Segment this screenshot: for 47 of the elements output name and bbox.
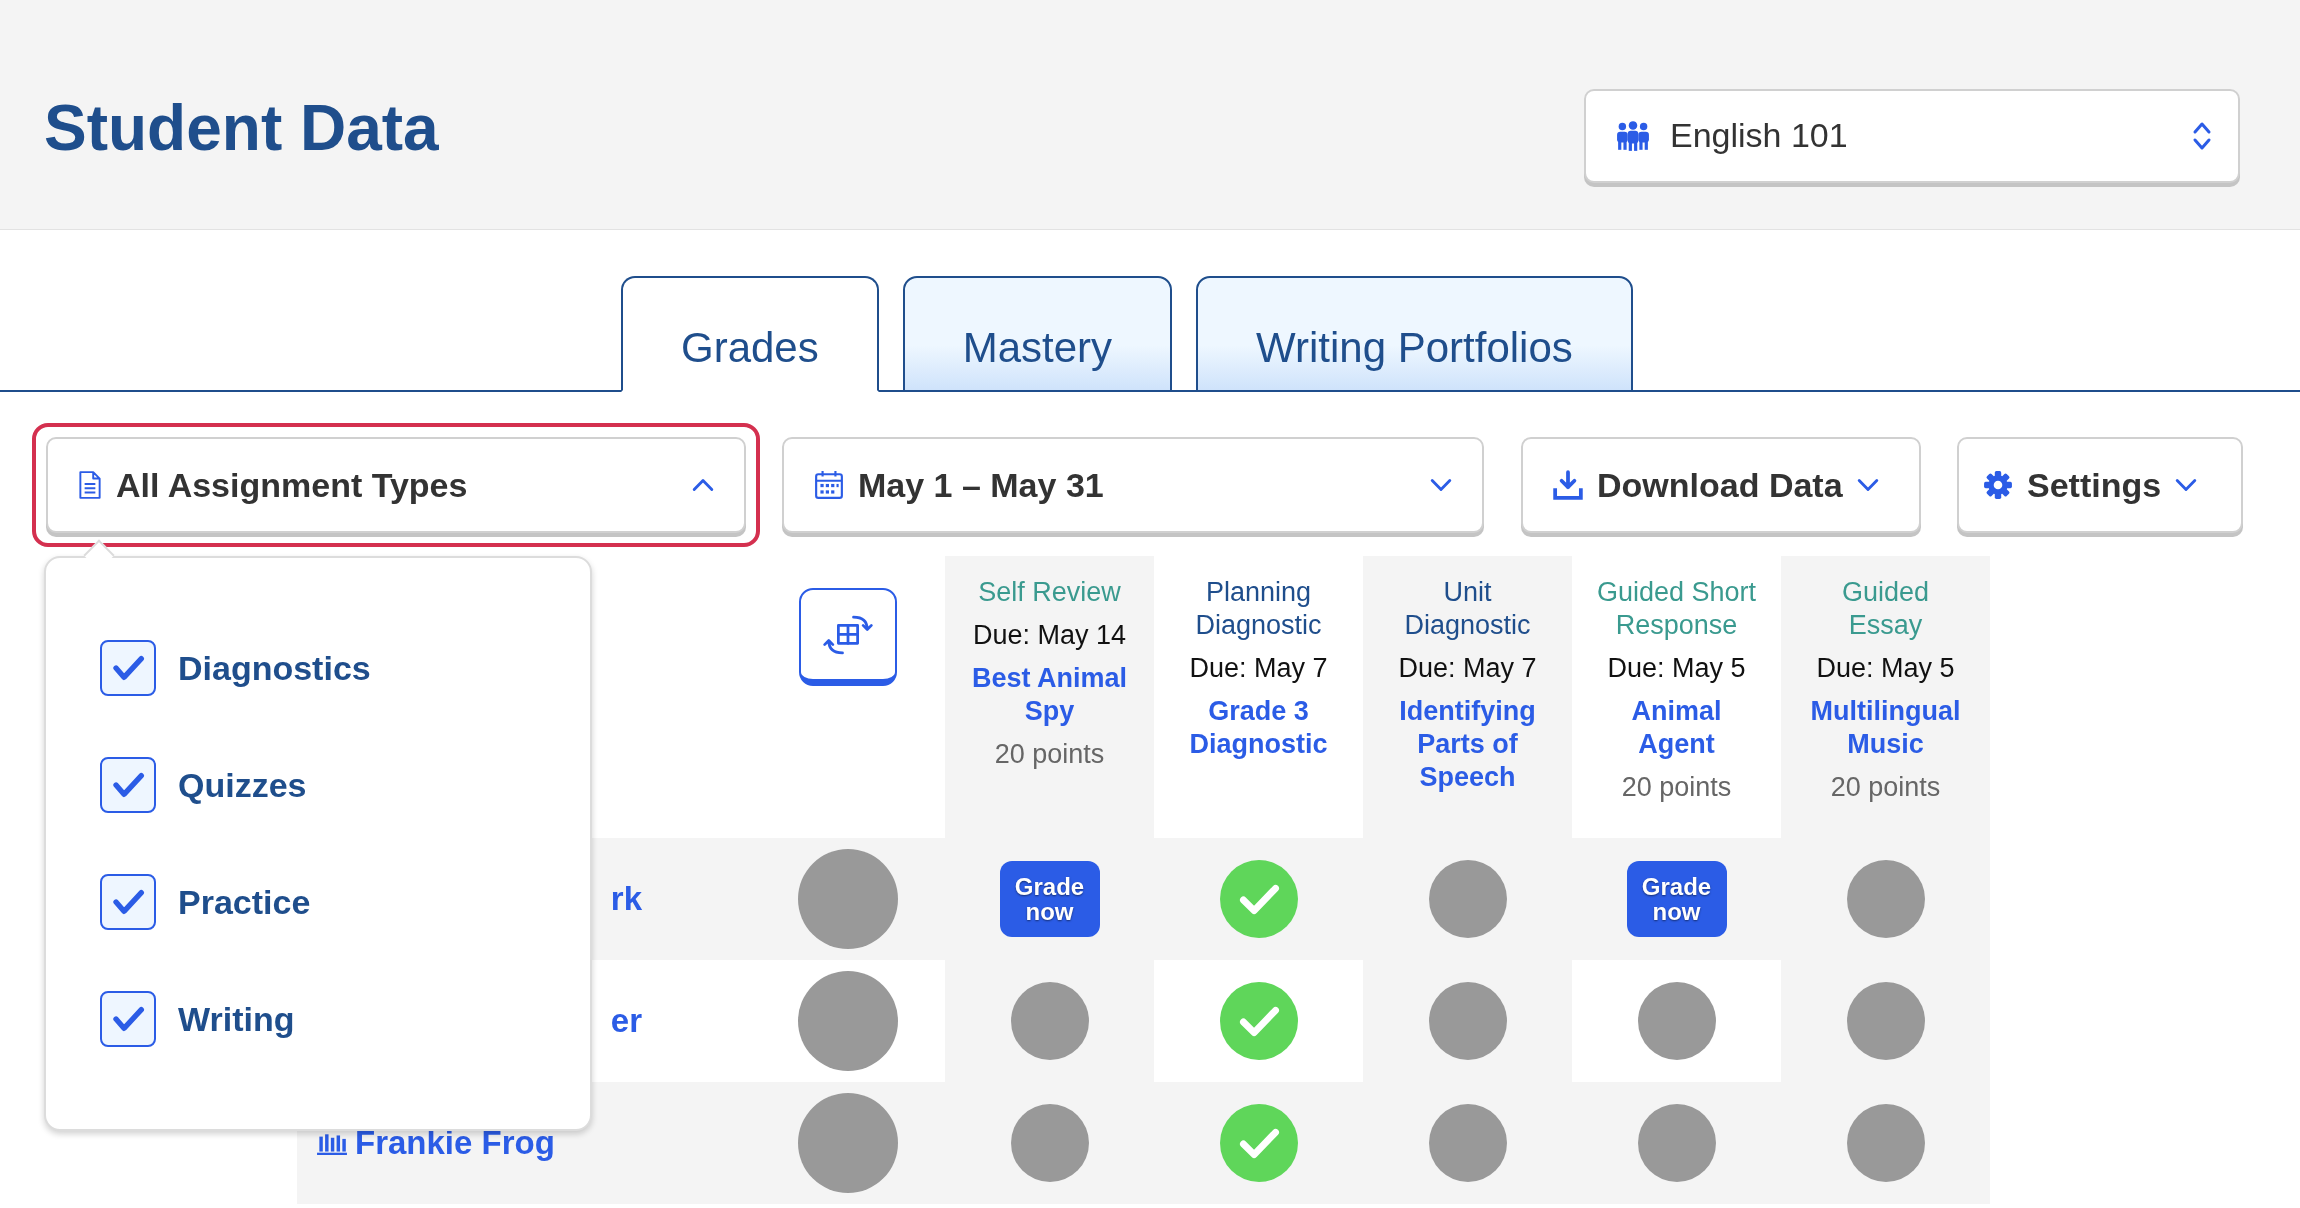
complete-check-icon — [1219, 1104, 1298, 1182]
people-icon — [1616, 120, 1650, 151]
assignment-type: Guided Essay — [1840, 576, 1931, 642]
due-date: Due: May 5 — [1816, 652, 1955, 685]
document-icon — [78, 470, 102, 500]
checkbox[interactable] — [100, 874, 156, 930]
grade-now-button[interactable]: Grade now — [999, 861, 1100, 937]
due-date: Due: May 7 — [1398, 652, 1537, 685]
checkbox[interactable] — [100, 757, 156, 813]
menu-option[interactable]: Quizzes — [100, 757, 590, 813]
page-title: Student Data — [44, 90, 439, 165]
chevron-down-icon — [1430, 478, 1452, 492]
chevron-down-icon — [1856, 478, 1879, 492]
assignment-type: Planning Diagnostic — [1194, 576, 1323, 642]
complete-check-icon — [1219, 982, 1298, 1060]
chevron-icon — [692, 478, 714, 492]
tab[interactable]: Mastery — [902, 276, 1173, 392]
tab[interactable]: Writing Portfolios — [1196, 276, 1633, 392]
calendar-icon — [814, 470, 844, 500]
download-icon — [1553, 470, 1583, 500]
checkbox[interactable] — [100, 991, 156, 1047]
assignment-type: Guided Short Response — [1595, 576, 1758, 642]
grade-now-button[interactable]: Grade now — [1626, 861, 1727, 937]
assignment-link[interactable]: Grade 3 Diagnostic — [1176, 695, 1341, 761]
points-label: 20 points — [1830, 771, 1941, 804]
assignment-type: Unit Diagnostic — [1403, 576, 1532, 642]
menu-option[interactable]: Practice — [100, 874, 590, 930]
assignment-link[interactable]: Identifying Parts of Speech — [1385, 695, 1550, 794]
due-date: Due: May 7 — [1189, 652, 1328, 685]
tab[interactable]: Grades — [621, 276, 879, 392]
student-name-link[interactable]: er — [610, 1002, 642, 1040]
assignment-link[interactable]: Multilingual Music — [1803, 695, 1968, 761]
points-label: 20 points — [1621, 771, 1732, 804]
student-name-link[interactable]: rk — [610, 880, 642, 918]
assignment-link[interactable]: Best Animal Spy — [967, 662, 1132, 728]
chevron-down-icon — [2175, 478, 2198, 492]
assignment-type: Self Review — [978, 576, 1121, 609]
complete-check-icon — [1219, 860, 1298, 938]
points-label: 20 points — [994, 738, 1105, 771]
assignment-link[interactable]: Animal Agent — [1594, 695, 1759, 761]
menu-option[interactable]: Writing — [100, 991, 590, 1047]
menu-option[interactable]: Diagnostics — [100, 640, 590, 696]
due-date: Due: May 5 — [1607, 652, 1746, 685]
checkbox[interactable] — [100, 640, 156, 696]
due-date: Due: May 14 — [972, 619, 1127, 652]
bar-chart-icon — [317, 1131, 347, 1155]
swap-view-button[interactable] — [798, 588, 897, 686]
